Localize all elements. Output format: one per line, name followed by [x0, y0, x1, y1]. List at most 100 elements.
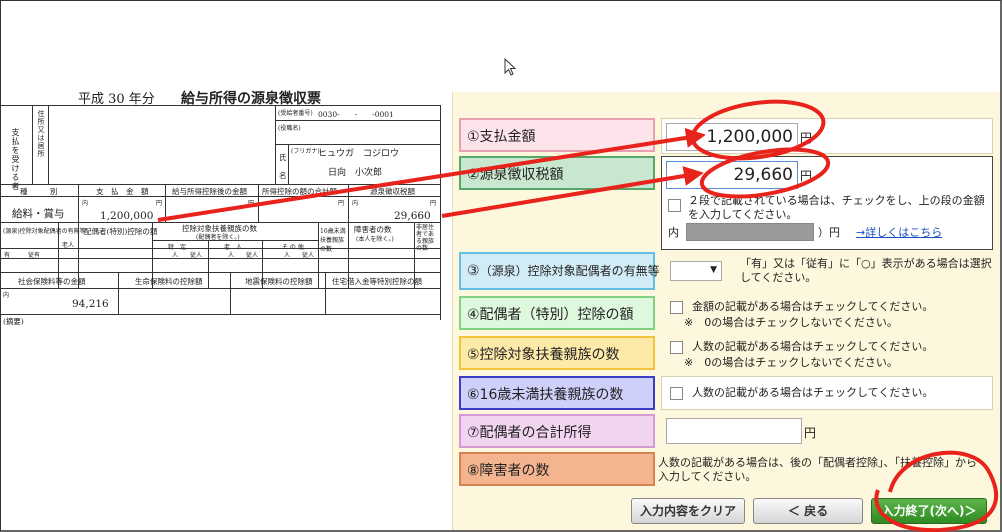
spouse-presence-select[interactable]: ▼: [670, 261, 722, 281]
disabled-label: ⑧障害者の数: [459, 452, 655, 486]
quake-ins-label: 地震保険料の控除額: [245, 277, 313, 286]
disabled-pane: 人数の記載がある場合は、後の「配偶者控除」、「扶養控除」から入力してください。: [658, 452, 993, 486]
address-label: 住所又は居所: [37, 110, 45, 158]
spouse-presence-note: 「有」又は「従有」に「○」表示がある場合は選択してください。: [740, 257, 992, 284]
col-type: 種 別: [20, 187, 58, 196]
spouse-presence-label: (源泉)控除対象配偶者の有無等: [3, 228, 86, 235]
uchi-input[interactable]: [686, 223, 814, 241]
yen-unit: 円: [430, 200, 437, 207]
clear-button[interactable]: 入力内容をクリア: [631, 498, 745, 524]
yen-unit: 円: [248, 200, 255, 207]
remarks-label: (摘要): [3, 317, 24, 326]
payment-input[interactable]: 1,200,000: [666, 123, 798, 151]
jyu-label: 従人: [190, 252, 203, 259]
jyu-label: 従人: [246, 252, 259, 259]
nin-label: 人: [228, 252, 235, 259]
slip-line: [275, 120, 440, 121]
payment-pane: 1,200,000 円: [661, 118, 993, 154]
finish-button[interactable]: 入力終了(次へ)＞: [871, 498, 987, 524]
withholding-slip-image: 平成 30 年分 給与所得の源泉徴収票 支払を受ける者 住所又は居所 (受給者番…: [0, 0, 450, 532]
col-withholding: 源泉徴収税額: [370, 187, 415, 196]
dependents-sub: (配偶者を除く。): [196, 234, 240, 241]
dependents-checkbox[interactable]: [670, 341, 683, 354]
social-ins-label: 社会保険料等の金額: [18, 277, 86, 286]
spouse-presence-num: ③: [467, 263, 480, 279]
spouse-income-pane: 円: [661, 414, 993, 448]
slip-line: [325, 272, 326, 314]
row-spouse-deduction: ④配偶者（特別）控除の額 金額の記載がある場合はチェックしてください。 ※ 0の…: [459, 296, 993, 334]
nin-label: 人: [284, 252, 291, 259]
name-label-2: 名: [279, 171, 287, 180]
slip-line: [32, 105, 33, 184]
slip-line: [288, 144, 289, 184]
zero-note: ※ 0の場合はチェックしないでください。: [684, 316, 898, 329]
row-spouse-income: ⑦配偶者の合計所得 円: [459, 414, 993, 450]
detail-link[interactable]: →詳しくはこちら: [856, 226, 942, 240]
spouse-income-input[interactable]: [666, 418, 802, 444]
slip-line: [275, 144, 440, 145]
slip-line: [0, 314, 440, 315]
spouse-presence-text: （源泉）控除対象配偶者の有無等: [479, 264, 660, 278]
slip-line: [0, 288, 440, 289]
two-line-note: ２段で記載されている場合は、チェックをし、上の段の金額を入力してください。: [688, 194, 985, 221]
yen-unit: 円: [804, 426, 817, 440]
row-withholding: ②源泉徴収税額 29,660 円 ２段で記載されている場合は、チェックをし、上の…: [459, 156, 993, 250]
row-under16: ⑥16歳未満扶養親族の数 人数の記載がある場合はチェックしてください。: [459, 376, 993, 412]
zero-note: ※ 0の場合はチェックしないでください。: [684, 356, 898, 369]
housing-label: 住宅借入金等特別控除の額: [332, 277, 422, 286]
slip-withholding-value: 29,660: [394, 210, 431, 222]
recipient-no: 0030- - -0001: [318, 110, 394, 119]
under16-checkbox[interactable]: [670, 387, 683, 400]
row-spouse-presence: ③（源泉）控除対象配偶者の有無等 ▼ 「有」又は「従有」に「○」表示がある場合は…: [459, 252, 993, 292]
slip-line: [0, 105, 440, 106]
payment-label: ①支払金額: [459, 118, 655, 152]
uchi-label: 内: [3, 292, 10, 299]
col-deduction-total: 所得控除の額の合計額: [262, 187, 337, 196]
yen-unit: 円: [800, 169, 813, 183]
ari-label: 有: [4, 252, 11, 259]
nonresident-label: 非居住者である親族の数: [416, 224, 435, 252]
recipient-no-label: (受給者番号): [278, 110, 313, 117]
yen-unit: 円: [800, 131, 813, 145]
slip-line: [78, 184, 79, 222]
input-form: ①支払金額 1,200,000 円 ②源泉徴収税額 29,660 円 ２段で記載…: [452, 92, 1000, 530]
slip-line: [208, 240, 209, 288]
disabled-sub: (本人を除く。): [356, 236, 394, 243]
spouse-deduction-label: ④配偶者（特別）控除の額: [459, 296, 655, 330]
uchi-label: 内: [352, 200, 359, 207]
row-dependents: ⑤控除対象扶養親族の数 人数の記載がある場合はチェックしてください。 ※ 0の場…: [459, 336, 993, 374]
spouse-deduction-checkbox[interactable]: [670, 301, 683, 314]
furigana-value: ヒュウガ コジロウ: [318, 149, 400, 159]
two-line-checkbox[interactable]: [668, 199, 681, 212]
payee-name: 日向 小次郎: [328, 168, 383, 178]
type-value: 給料・賞与: [12, 208, 65, 220]
amount-check-note: 金額の記載がある場合はチェックしてください。: [692, 300, 934, 313]
dependents-pane: 人数の記載がある場合はチェックしてください。 ※ 0の場合はチェックしないでくだ…: [661, 336, 993, 372]
uchi-label: 内: [82, 200, 89, 207]
slip-payment-value: 1,200,000: [100, 210, 154, 222]
col-payment: 支 払 金 額: [96, 187, 149, 196]
row-payment: ①支払金額 1,200,000 円: [459, 118, 993, 156]
back-button[interactable]: ＜ 戻る: [753, 498, 863, 524]
jyuari-label: 従有: [28, 252, 41, 259]
payee-label: 支払を受ける者: [11, 128, 20, 191]
spouse-deduction-label: 配偶者(特別)控除の額: [84, 227, 158, 236]
withholding-pane: 29,660 円 ２段で記載されている場合は、チェックをし、上の段の金額を入力し…: [661, 156, 993, 250]
under16-label: 16歳未満扶養親族の数: [320, 228, 346, 253]
slip-line: [440, 105, 441, 320]
social-ins-value: 94,216: [72, 298, 109, 310]
under16-label: ⑥16歳未満扶養親族の数: [459, 376, 655, 410]
count-check-note: 人数の記載がある場合はチェックしてください。: [692, 340, 934, 353]
spouse-deduction-pane: 金額の記載がある場合はチェックしてください。 ※ 0の場合はチェックしないでくだ…: [661, 296, 993, 332]
spouse-income-label: ⑦配偶者の合計所得: [459, 414, 655, 448]
uchi-close: ）円: [818, 226, 840, 239]
withholding-input[interactable]: 29,660: [666, 161, 798, 189]
mouse-cursor-icon: [504, 58, 517, 76]
slip-line: [0, 258, 440, 259]
slip-line: [348, 184, 349, 222]
withholding-label: ②源泉徴収税額: [459, 156, 655, 190]
life-ins-label: 生命保険料の控除額: [135, 277, 203, 286]
name-label: 氏: [279, 153, 287, 162]
slip-line: [258, 184, 259, 222]
spouse-presence-label: ③（源泉）控除対象配偶者の有無等: [459, 252, 660, 290]
